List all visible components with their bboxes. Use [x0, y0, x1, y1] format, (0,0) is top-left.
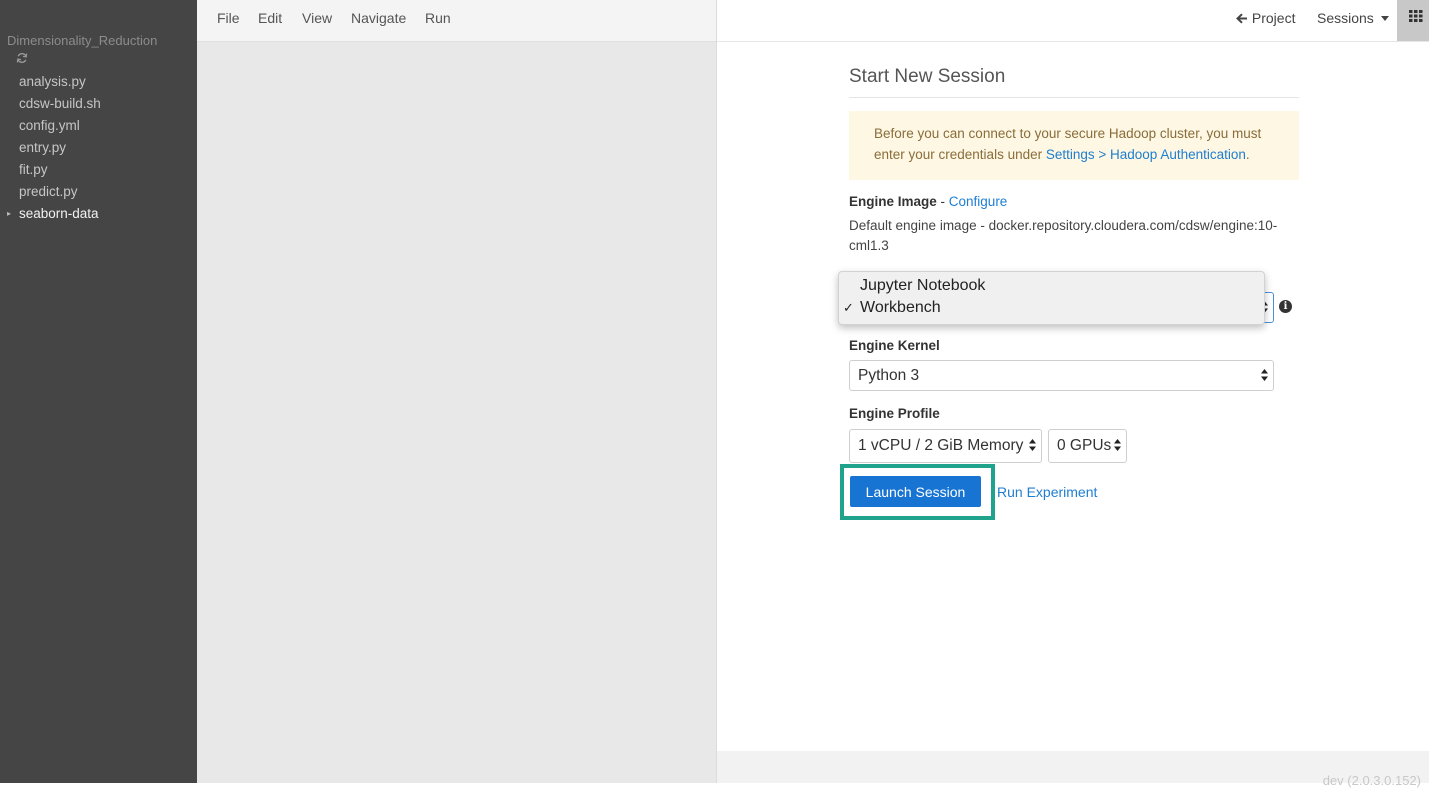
engine-profile-label: Engine Profile: [849, 406, 940, 421]
configure-link[interactable]: Configure: [949, 194, 1008, 209]
sessions-dropdown[interactable]: Sessions: [1317, 10, 1389, 26]
cpu-memory-value: 1 vCPU / 2 GiB Memory: [858, 437, 1024, 454]
file-item-analysis-py[interactable]: analysis.py: [0, 71, 197, 93]
engine-kernel-select[interactable]: Python 3: [849, 360, 1274, 391]
sessions-label: Sessions: [1317, 10, 1374, 26]
select-arrows-icon: [1114, 430, 1121, 462]
project-link-label: Project: [1251, 10, 1296, 26]
gpus-value: 0 GPUs: [1057, 437, 1112, 454]
menubar: File Edit View Navigate Run: [197, 0, 716, 42]
session-topbar: Project Sessions: [717, 0, 1429, 42]
file-item-cdsw-build-sh[interactable]: cdsw-build.sh: [0, 93, 197, 115]
menu-run[interactable]: Run: [425, 10, 451, 26]
select-arrows-icon: [1261, 361, 1268, 390]
file-item-fit-py[interactable]: fit.py: [0, 159, 197, 181]
engine-image-label: Engine Image: [849, 194, 937, 209]
dropdown-option-workbench[interactable]: ✓ Workbench: [839, 297, 1264, 319]
label-separator: -: [936, 194, 949, 209]
editor-pane: [197, 0, 716, 783]
project-name: Dimensionality_Reduction: [7, 33, 158, 48]
folder-label: seaborn-data: [19, 206, 99, 221]
version-text: dev (2.0.3.0.152): [1322, 773, 1421, 788]
grid-menu-button[interactable]: [1397, 0, 1429, 41]
cpu-memory-select[interactable]: 1 vCPU / 2 GiB Memory: [849, 429, 1042, 463]
footer: dev (2.0.3.0.152): [717, 751, 1429, 788]
dropdown-option-jupyter-notebook[interactable]: Jupyter Notebook: [839, 275, 1264, 297]
session-pane: Project Sessions Start New Session Befor…: [717, 0, 1429, 788]
file-item-config-yml[interactable]: config.yml: [0, 115, 197, 137]
editor-dropdown-menu: Jupyter Notebook ✓ Workbench: [838, 271, 1265, 325]
engine-kernel-value: Python 3: [858, 367, 920, 384]
refresh-icon[interactable]: [16, 52, 28, 64]
run-experiment-link[interactable]: Run Experiment: [997, 484, 1097, 500]
gpus-select[interactable]: 0 GPUs: [1048, 429, 1127, 463]
back-to-project-link[interactable]: Project: [1236, 10, 1295, 26]
caret-down-icon: [1378, 10, 1389, 26]
caret-right-icon: ▸: [7, 209, 12, 218]
menu-view[interactable]: View: [302, 10, 332, 26]
engine-kernel-label: Engine Kernel: [849, 338, 940, 353]
file-item-entry-py[interactable]: entry.py: [0, 137, 197, 159]
launch-session-button[interactable]: Launch Session: [850, 476, 981, 507]
file-sidebar: Dimensionality_Reduction analysis.py cds…: [0, 0, 197, 783]
folder-item-seaborn-data[interactable]: ▸ seaborn-data: [0, 203, 197, 225]
hadoop-auth-settings-link[interactable]: Settings > Hadoop Authentication: [1046, 147, 1246, 162]
engine-image-description: Default engine image - docker.repository…: [849, 218, 1278, 253]
hadoop-credentials-alert: Before you can connect to your secure Ha…: [849, 111, 1299, 180]
menu-file[interactable]: File: [217, 10, 240, 26]
file-item-predict-py[interactable]: predict.py: [0, 181, 197, 203]
page-title: Start New Session: [849, 66, 1299, 98]
dropdown-option-label: Workbench: [860, 299, 941, 316]
file-list: analysis.py cdsw-build.sh config.yml ent…: [0, 71, 197, 225]
info-icon[interactable]: i: [1279, 300, 1292, 313]
menu-edit[interactable]: Edit: [258, 10, 282, 26]
checkmark-icon: ✓: [843, 300, 854, 315]
alert-suffix: .: [1245, 147, 1250, 162]
arrow-left-icon: [1236, 10, 1252, 26]
engine-image-label-row: Engine Image - Configure: [849, 194, 1007, 209]
menu-navigate[interactable]: Navigate: [351, 10, 406, 26]
select-arrows-icon: [1029, 430, 1036, 462]
